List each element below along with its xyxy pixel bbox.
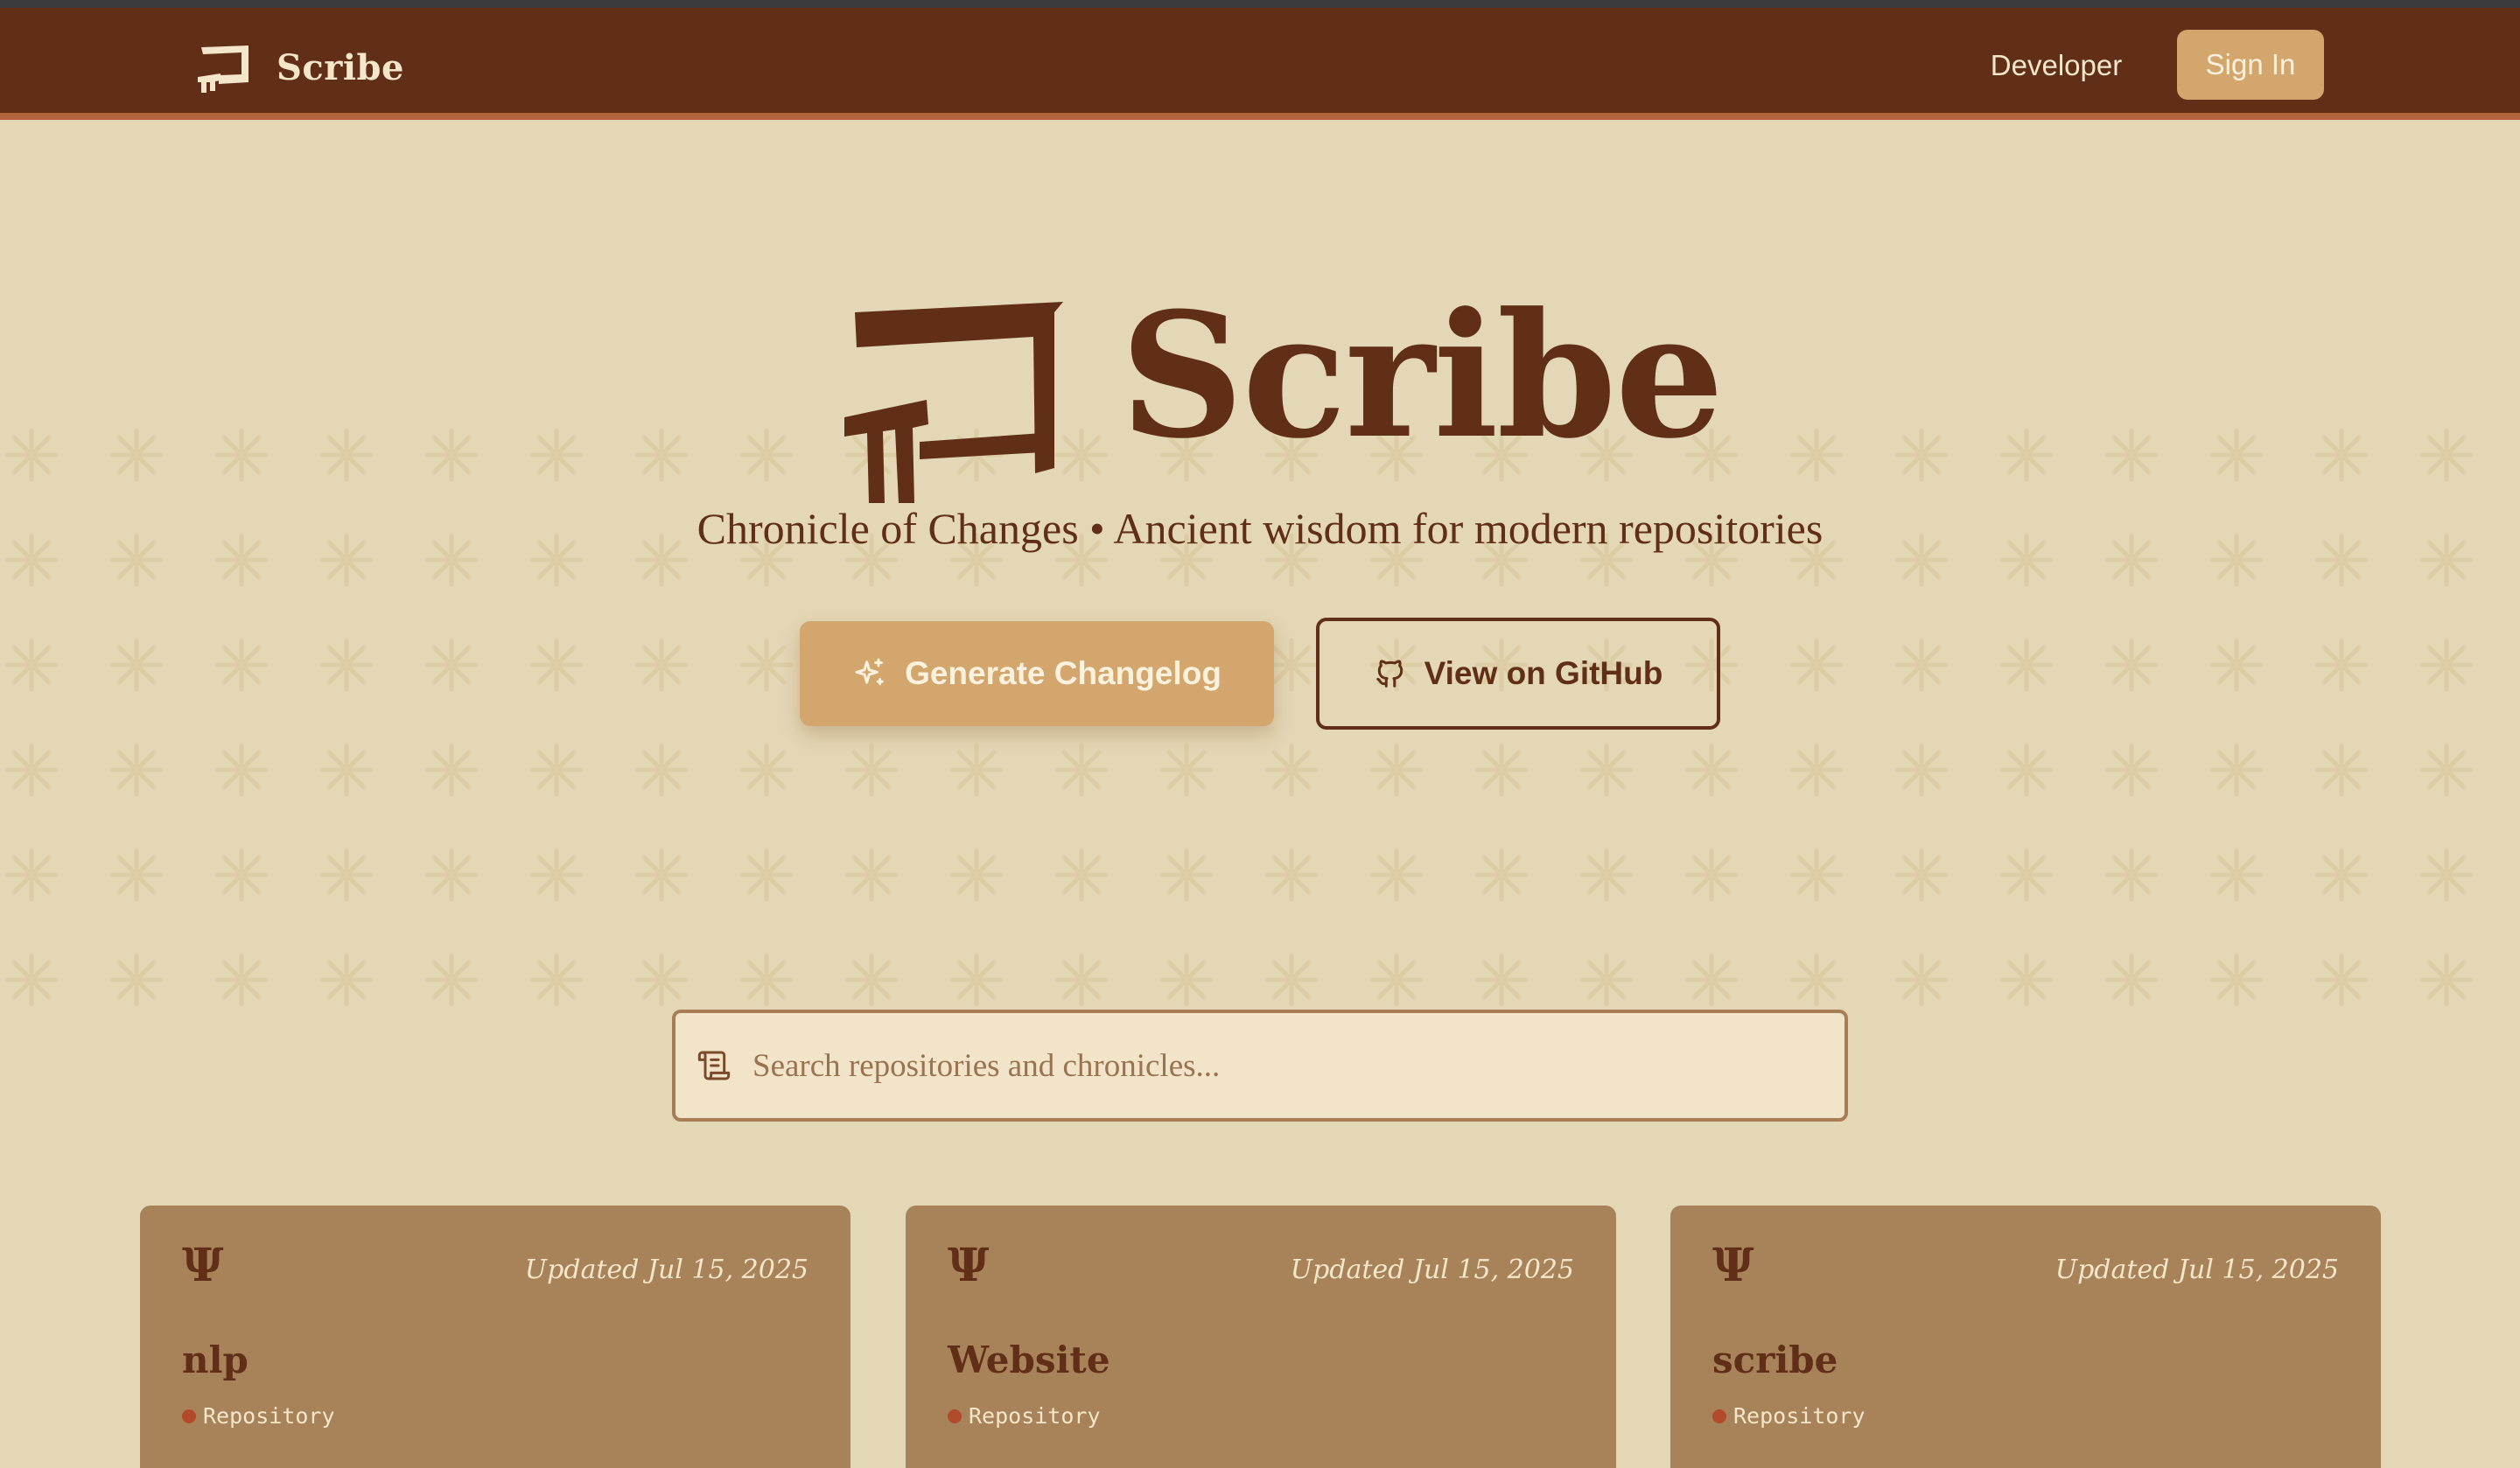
card-repo-type-label: Repository — [1733, 1403, 1866, 1429]
hero-title: Scribe — [1120, 276, 1724, 477]
card-repo-type: Repository — [182, 1403, 335, 1429]
view-on-github-button[interactable]: View on GitHub — [1316, 618, 1720, 730]
brand-link[interactable]: Scribe — [198, 41, 404, 94]
status-dot — [1712, 1409, 1726, 1423]
status-dot — [948, 1409, 962, 1423]
scroll-icon — [697, 1051, 731, 1080]
repo-card-website[interactable]: Ψ Updated Jul 15, 2025 Website Repositor… — [906, 1206, 1616, 1468]
search-input[interactable] — [752, 1046, 1844, 1085]
brand-name: Scribe — [276, 46, 404, 88]
nav-developer-link[interactable]: Developer — [1960, 45, 2152, 87]
sign-in-button[interactable]: Sign In — [2177, 30, 2324, 100]
card-repo-type-label: Repository — [969, 1403, 1101, 1429]
card-updated-date: Updated Jul 15, 2025 — [2054, 1255, 2339, 1285]
card-repo-name: Website — [948, 1339, 1110, 1381]
card-repo-type: Repository — [948, 1403, 1101, 1429]
card-repo-type: Repository — [1712, 1403, 1866, 1429]
card-updated-date: Updated Jul 15, 2025 — [1290, 1255, 1574, 1285]
psi-glyph-icon: Ψ — [1712, 1239, 1754, 1292]
hero-scribe-logo-icon — [844, 302, 1063, 503]
card-repo-name: nlp — [182, 1339, 248, 1381]
card-updated-date: Updated Jul 15, 2025 — [524, 1255, 808, 1285]
card-repo-name: scribe — [1712, 1339, 1838, 1381]
psi-glyph-icon: Ψ — [948, 1239, 990, 1292]
repo-card-nlp[interactable]: Ψ Updated Jul 15, 2025 nlp Repository — [140, 1206, 850, 1468]
github-icon — [1376, 660, 1403, 688]
generate-changelog-label: Generate Changelog — [905, 655, 1222, 691]
status-dot — [182, 1409, 196, 1423]
generate-changelog-button[interactable]: Generate Changelog — [800, 621, 1274, 726]
navbar: Scribe Developer Sign In — [0, 8, 2520, 120]
repo-card-scribe[interactable]: Ψ Updated Jul 15, 2025 scribe Repository — [1670, 1206, 2381, 1468]
view-on-github-label: View on GitHub — [1424, 655, 1663, 691]
psi-glyph-icon: Ψ — [182, 1239, 224, 1292]
scribe-logo-icon — [198, 45, 248, 93]
hero-subtitle: Chronicle of Changes • Ancient wisdom fo… — [696, 504, 1824, 553]
card-repo-type-label: Repository — [203, 1403, 335, 1429]
sparkles-icon — [855, 658, 884, 686]
search-box[interactable] — [672, 1010, 1848, 1122]
window-top-strip — [0, 0, 2520, 8]
